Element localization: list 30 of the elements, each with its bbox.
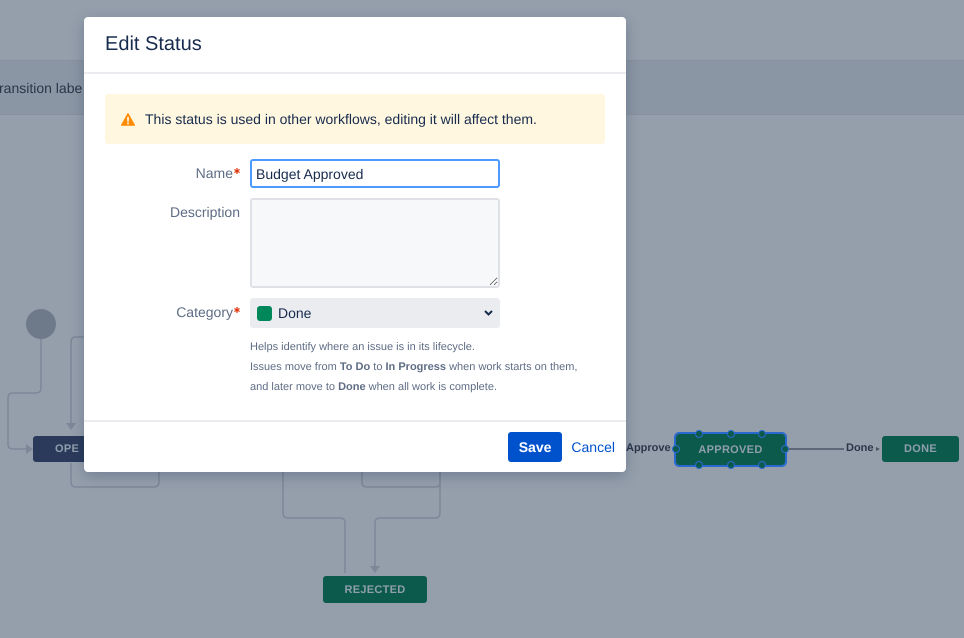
resize-handle[interactable] bbox=[672, 445, 680, 453]
resize-handle[interactable] bbox=[758, 461, 766, 469]
resize-handle[interactable] bbox=[695, 430, 703, 438]
transition-label[interactable]: Approve bbox=[626, 442, 671, 454]
save-button[interactable]: Save bbox=[508, 432, 562, 462]
dialog-title: Edit Status bbox=[105, 33, 202, 56]
field-label: Name bbox=[196, 165, 233, 181]
resize-handle[interactable] bbox=[695, 461, 703, 469]
resize-handle[interactable] bbox=[758, 430, 766, 438]
help-text: Helps identify where an issue is in its lifecycle. bbox=[250, 340, 476, 355]
help-text: and later move to Done when all work is complete. bbox=[250, 380, 498, 395]
resize-handle[interactable] bbox=[781, 445, 789, 453]
cancel-link[interactable]: Cancel bbox=[571, 439, 615, 455]
category-dropdown[interactable]: Done bbox=[250, 298, 500, 328]
warning-icon bbox=[121, 112, 135, 126]
warning-text: This status is used in other workflows, editing it will affect them. bbox=[145, 111, 537, 127]
help-text: Issues move from To Do to In Progress when work starts on them, bbox=[250, 360, 578, 375]
status-node[interactable]: REJECTED bbox=[323, 576, 427, 603]
resize-handle[interactable] bbox=[727, 430, 735, 438]
start-node[interactable] bbox=[26, 309, 56, 339]
field-label: Category bbox=[176, 304, 233, 320]
toolbar-text: ransition labe bbox=[0, 80, 82, 96]
chevron-down-icon bbox=[484, 310, 493, 316]
connector-line bbox=[786, 448, 844, 450]
field-label: Description bbox=[170, 204, 240, 220]
transition-label[interactable]: Done bbox=[846, 442, 874, 454]
name-input-field[interactable]: Budget Approved bbox=[250, 159, 500, 188]
status-node[interactable]: DONE bbox=[882, 436, 959, 462]
resize-handle[interactable] bbox=[727, 461, 735, 469]
arrow-head-icon bbox=[876, 447, 880, 451]
